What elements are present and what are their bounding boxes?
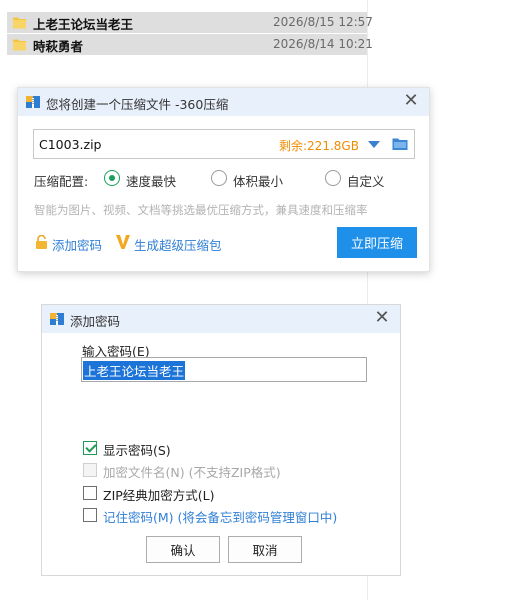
encrypt-filename-checkbox	[83, 463, 97, 477]
radio-speed-fastest-label[interactable]: 速度最快	[126, 171, 176, 190]
compress-hint-text: 智能为图片、视频、文档等挑选最优压缩方式，兼具速度和压缩率	[34, 203, 368, 217]
compress-config-label: 压缩配置:	[34, 174, 89, 189]
add-password-link[interactable]: 添加密码	[52, 235, 102, 254]
compress-dialog: 您将创建一个压缩文件 -360压缩 ✕ C1003.zip 剩余:221.8GB…	[17, 87, 430, 272]
browse-folder-icon[interactable]	[392, 136, 408, 152]
zip-app-icon	[26, 96, 40, 108]
remember-password-checkbox[interactable]	[83, 508, 97, 522]
file-list: 上老王论坛当老王 2026/8/15 12:57 時萩勇者 2026/8/14 …	[7, 12, 373, 56]
zip-app-icon	[50, 313, 64, 325]
radio-custom-label[interactable]: 自定义	[347, 171, 385, 190]
compress-now-button[interactable]: 立即压缩	[337, 227, 417, 258]
password-input[interactable]: 上老王论坛当老王	[81, 357, 367, 382]
radio-smallest-size-label[interactable]: 体积最小	[233, 171, 283, 190]
zip-classic-encryption-label[interactable]: ZIP经典加密方式(L)	[103, 485, 215, 504]
password-input-value: 上老王论坛当老王	[83, 361, 186, 380]
file-date: 2026/8/15 12:57	[273, 15, 373, 29]
zip-classic-encryption-checkbox[interactable]	[83, 486, 97, 500]
close-icon[interactable]: ✕	[403, 92, 419, 110]
radio-custom[interactable]	[325, 170, 341, 186]
compress-dialog-titlebar[interactable]: 您将创建一个压缩文件 -360压缩 ✕	[18, 88, 429, 116]
folder-icon	[13, 39, 26, 51]
encrypt-filename-label: 加密文件名(N) (不支持ZIP格式)	[103, 465, 281, 480]
show-password-checkbox[interactable]	[83, 441, 97, 455]
archive-filename: C1003.zip	[39, 137, 102, 152]
archive-path-field[interactable]: C1003.zip 剩余:221.8GB	[33, 129, 415, 159]
close-icon[interactable]: ✕	[374, 309, 390, 327]
free-space-label: 剩余:221.8GB	[279, 139, 359, 153]
chevron-down-icon[interactable]	[368, 141, 380, 148]
file-row[interactable]: 時萩勇者 2026/8/14 10:21	[7, 34, 373, 55]
radio-speed-fastest[interactable]	[104, 170, 120, 186]
compress-dialog-title: 您将创建一个压缩文件 -360压缩	[46, 97, 229, 112]
file-name: 上老王论坛当老王	[33, 17, 134, 32]
cancel-button[interactable]: 取消	[228, 536, 302, 563]
add-password-dialog: 添加密码 ✕ 输入密码(E) 上老王论坛当老王 显示密码(S) 加密文件名(N)…	[41, 304, 401, 576]
file-row[interactable]: 上老王论坛当老王 2026/8/15 12:57	[7, 12, 373, 33]
super-archive-link[interactable]: 生成超级压缩包	[134, 235, 222, 254]
vip-v-icon	[116, 235, 130, 249]
radio-smallest-size[interactable]	[211, 170, 227, 186]
file-name: 時萩勇者	[33, 39, 84, 54]
remember-password-label[interactable]: 记住密码(M) (将会备忘到密码管理窗口中)	[103, 507, 337, 526]
ok-button[interactable]: 确认	[146, 536, 220, 563]
add-password-titlebar[interactable]: 添加密码 ✕	[42, 305, 400, 333]
folder-icon	[13, 17, 26, 29]
add-password-title: 添加密码	[70, 314, 121, 329]
show-password-label[interactable]: 显示密码(S)	[103, 440, 171, 459]
file-date: 2026/8/14 10:21	[273, 37, 373, 51]
lock-icon	[36, 235, 47, 249]
